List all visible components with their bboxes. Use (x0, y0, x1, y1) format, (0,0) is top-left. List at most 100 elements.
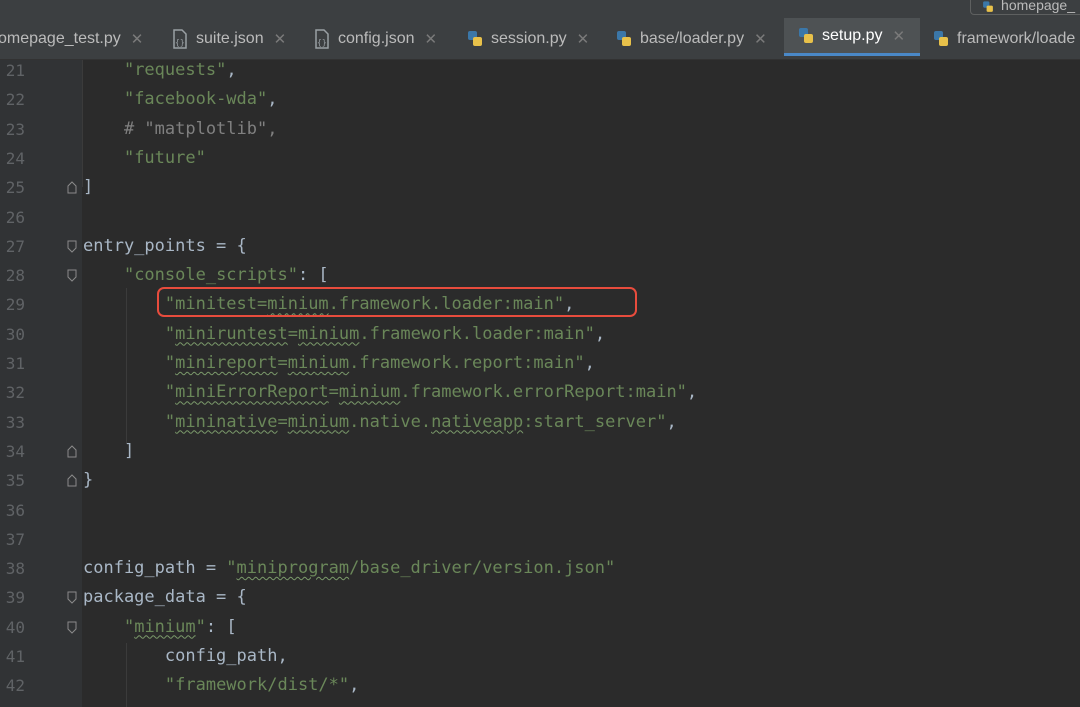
code-line: 40 "minium": [ (0, 613, 1080, 642)
code-text: "minireport=minium.framework.report:main… (164, 353, 595, 373)
code-line: 41 config_path, (0, 642, 1080, 671)
json-file-icon: {} (315, 28, 329, 49)
fold-collapse-icon[interactable] (67, 621, 77, 634)
python-file-icon (617, 30, 631, 46)
code-line: 42 "framework/dist/*", (0, 671, 1080, 700)
line-number: 22 (5, 90, 25, 110)
code-text: config_path, (83, 646, 288, 666)
line-number: 29 (5, 295, 25, 315)
code-text: config_path = "miniprogram/base_driver/v… (83, 558, 616, 579)
code-text: package_data = { (83, 587, 247, 608)
code-line: 23 # "matplotlib", (0, 115, 1080, 144)
code-text: ] (83, 440, 135, 461)
tab-suite-json[interactable]: {} suite.json ✕ (170, 18, 286, 59)
code-text: "framework/dist/*", (164, 675, 360, 696)
code-text: "console_scripts": [ (123, 265, 329, 286)
code-text: "requests", (123, 60, 237, 80)
code-text: "miniErrorReport=minium.framework.errorR… (164, 382, 698, 403)
line-number: 30 (5, 324, 25, 344)
code-text: "minium": [ (123, 616, 237, 637)
tab-label: suite.json (196, 29, 264, 47)
code-text: "facebook-wda", (123, 89, 278, 110)
python-file-icon (934, 30, 948, 46)
code-line: 35} (0, 466, 1080, 495)
line-number: 41 (5, 647, 25, 666)
line-number: 28 (5, 266, 25, 286)
line-number: 42 (5, 676, 25, 696)
close-icon[interactable]: ✕ (892, 27, 905, 45)
python-file-icon (468, 30, 482, 46)
highlight-annotation-box (157, 287, 637, 317)
close-icon[interactable]: ✕ (754, 30, 767, 48)
editor-tab-bar: omepage_test.py ✕ {} suite.json ✕ {} con… (0, 18, 1080, 60)
tab-label: framework/loade (957, 29, 1076, 47)
json-file-icon: {} (173, 28, 187, 49)
code-line: 34 ] (0, 437, 1080, 466)
code-text: "mininative=minium.native.nativeapp:star… (164, 411, 677, 432)
code-text: } (83, 470, 94, 491)
line-number: 39 (5, 588, 25, 608)
close-icon[interactable]: ✕ (425, 30, 438, 48)
code-text: "future" (123, 147, 206, 168)
code-line: 22 "facebook-wda", (0, 85, 1080, 114)
close-icon[interactable]: ✕ (131, 30, 144, 48)
line-number: 25 (5, 178, 25, 198)
line-number: 33 (5, 412, 25, 432)
line-number: 26 (5, 207, 25, 227)
close-icon[interactable]: ✕ (274, 30, 287, 48)
code-text: entry_points = { (83, 235, 247, 256)
fold-collapse-icon[interactable] (67, 269, 77, 282)
line-number: 21 (5, 61, 25, 80)
run-configuration-selector[interactable]: homepage_ (970, 0, 1080, 15)
line-number: 34 (5, 441, 25, 461)
tab-setup-py[interactable]: setup.py ✕ (784, 18, 920, 56)
tab-label: omepage_test.py (0, 29, 121, 47)
tab-config-json[interactable]: {} config.json ✕ (312, 18, 437, 59)
tab-label: config.json (338, 29, 415, 47)
tab-base-loader-py[interactable]: base/loader.py ✕ (614, 18, 767, 59)
line-number: 24 (5, 148, 25, 168)
code-text: "miniruntest=minium.framework.loader:mai… (164, 323, 606, 344)
line-number: 35 (5, 471, 25, 491)
code-line: 38 config_path = "miniprogram/base_driver… (0, 554, 1080, 583)
tab-framework-loader[interactable]: framework/loade (931, 18, 1075, 59)
code-line: 28 "console_scripts": [ (0, 261, 1080, 290)
code-text: # "matplotlib", (83, 118, 278, 139)
code-line: 24 "future" (0, 144, 1080, 173)
line-number: 32 (5, 383, 25, 403)
code-line: 31 "minireport=minium.framework.report:m… (0, 349, 1080, 378)
tab-label: session.py (491, 29, 567, 47)
fold-collapse-icon[interactable] (67, 591, 77, 605)
svg-text:{}: {} (317, 38, 327, 47)
code-line: 25] (0, 173, 1080, 202)
python-file-icon (983, 1, 993, 12)
line-number: 37 (5, 529, 25, 549)
svg-text:{}: {} (175, 38, 185, 47)
fold-end-icon[interactable] (67, 181, 77, 194)
tab-label: base/loader.py (640, 29, 745, 47)
code-text: ] (83, 177, 94, 198)
code-line: 37 (0, 525, 1080, 554)
fold-end-icon[interactable] (67, 445, 77, 458)
fold-end-icon[interactable] (67, 474, 77, 487)
code-line: 21 "requests", (0, 60, 1080, 85)
tab-homepage-test[interactable]: omepage_test.py ✕ (0, 18, 143, 59)
line-number: 40 (5, 617, 25, 637)
close-icon[interactable]: ✕ (577, 30, 590, 48)
tab-session-py[interactable]: session.py ✕ (465, 18, 589, 59)
line-number: 31 (5, 354, 25, 373)
code-editor[interactable]: 21 "requests", 22 "facebook-wda", 23 # "ma… (0, 60, 1080, 707)
code-line: 32 "miniErrorReport=minium.framework.err… (0, 378, 1080, 407)
code-line: 30 "miniruntest=minium.framework.loader:… (0, 320, 1080, 349)
code-line: 39 package_data = { (0, 583, 1080, 612)
code-line: 27 entry_points = { (0, 232, 1080, 261)
tab-label: setup.py (822, 26, 883, 44)
line-number: 36 (5, 500, 25, 520)
line-number: 38 (5, 559, 25, 579)
window-title-bar: homepage_ (0, 0, 1080, 18)
code-line: 26 (0, 203, 1080, 232)
line-number: 27 (5, 236, 25, 256)
fold-collapse-icon[interactable] (67, 240, 77, 253)
code-line: 36 (0, 496, 1080, 525)
line-number: 23 (5, 119, 25, 139)
